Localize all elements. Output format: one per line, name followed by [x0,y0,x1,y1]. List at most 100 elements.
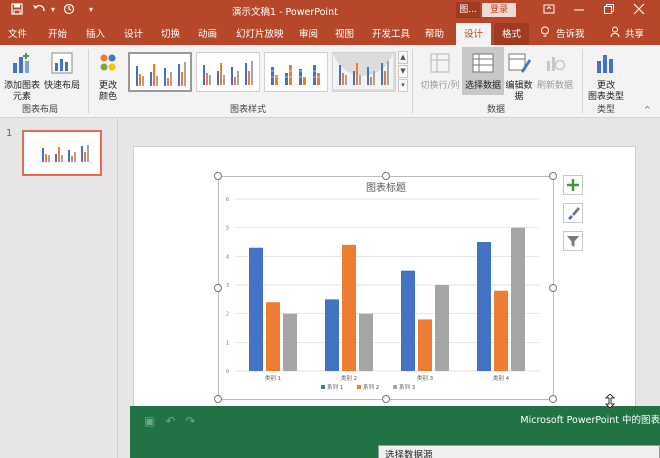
y-tick-label: 3 [226,283,229,289]
palette-icon [100,54,116,71]
chart-filters-button[interactable] [563,231,583,251]
gallery-up-icon[interactable]: ▲ [398,51,408,64]
y-tick-label: 4 [226,254,229,260]
resize-handle-top[interactable] [382,172,390,180]
change-colors-label-1: 更改 [98,81,117,91]
quick-layout-icon [51,52,73,74]
slide-number: 1 [6,128,13,139]
resize-handle-right[interactable] [549,284,557,292]
restore-icon[interactable] [602,3,616,17]
chart-elements-button[interactable] [563,175,583,195]
group-label-chart-styles: 图表样式 [230,105,267,115]
dialog-title: 选择数据源 [385,450,433,458]
tab-help[interactable]: 帮助 [425,26,444,40]
ribbon-separator [412,49,413,113]
slide-thumbnail[interactable] [22,130,102,176]
legend-label: 系列 2 [363,383,379,391]
tab-design[interactable]: 设计 [124,26,143,40]
chart-object[interactable]: 0 1 2 3 4 5 6 类别 1 类别 2 类别 3 类别 4 系列 1 系列 2 系列 3 图表标题 [214,172,557,403]
tab-view[interactable]: 视图 [335,26,354,40]
change-colors-label-2: 颜色 [98,92,117,102]
tell-me-box[interactable]: 告诉我 [556,26,585,40]
switch-row-column-button[interactable]: 切换行/列 [418,51,462,92]
ribbon-separator [88,49,89,113]
chart-style-4[interactable] [332,52,396,92]
bar-系列3-2 [359,313,373,371]
chart-plot: 0 1 2 3 4 5 6 类别 1 类别 2 类别 3 类别 4 系列 1 系列 2 系列 3 [226,197,539,391]
resize-handle-left[interactable] [214,284,222,292]
chart-styles-button[interactable] [563,203,583,223]
bar-系列2-4 [494,290,508,371]
excel-redo-icon[interactable]: ↷ [185,414,205,428]
y-tick-label: 6 [226,197,229,203]
window-title: 演示文稿1 - PowerPoint [232,7,338,18]
change-colors-button[interactable]: 更改 颜色 [92,51,124,103]
y-tick-label: 2 [226,312,229,318]
select-data-button[interactable]: 选择数据 [462,47,504,95]
bar-系列1-4 [477,242,491,371]
select-data-label: 选择数据 [464,81,501,91]
tab-chart-format[interactable]: 格式 [494,23,530,45]
chart-style-3[interactable] [264,52,328,92]
refresh-data-label: 刷新数据 [536,81,573,91]
y-tick-label: 1 [226,340,229,346]
collapse-ribbon-icon[interactable]: ^ [644,105,651,114]
ribbon: 添加图表 元素 快速布局 图表布局 更改 颜色 ▲ ▼ ▾ 图表样式 切换行/列 [0,45,660,118]
close-icon[interactable] [632,3,646,17]
resize-handle-bottom[interactable] [382,395,390,403]
chart-style-2[interactable] [196,52,260,92]
redo-icon[interactable] [62,3,76,17]
excel-quick-access-toolbar: ▣↶↷ [144,414,205,428]
add-chart-element-button[interactable]: 添加图表 元素 [2,51,42,103]
bar-系列1-3 [401,270,415,371]
x-tick-label: 类别 4 [493,374,510,382]
resize-handle-bottom-right[interactable] [549,395,557,403]
tab-animations[interactable]: 动画 [198,26,217,40]
x-tick-label: 类别 2 [341,374,357,382]
resize-handle-top-right[interactable] [549,172,557,180]
excel-save-icon[interactable]: ▣ [144,414,165,428]
undo-icon[interactable] [32,3,46,17]
gallery-down-icon[interactable]: ▼ [398,65,408,78]
change-chart-type-button[interactable]: 更改 图表类型 [586,51,626,103]
gallery-more-icon[interactable]: ▾ [398,79,408,92]
tab-developer[interactable]: 开发工具 [372,26,410,40]
chart-style-1[interactable] [128,52,192,92]
title-bar: ▾ ▾ 演示文稿1 - PowerPoint 图... 登录 [0,0,660,20]
group-label-type: 类型 [597,105,616,115]
tab-slideshow[interactable]: 幻灯片放映 [236,26,284,40]
refresh-data-button[interactable]: 刷新数据 [534,51,576,92]
tab-transitions[interactable]: 切换 [161,26,180,40]
tab-file[interactable]: 文件 [8,26,27,40]
y-tick-label: 0 [226,369,229,375]
y-tick-label: 5 [226,226,229,232]
share-button[interactable]: 共享 [625,26,644,40]
ribbon-display-icon[interactable] [542,3,556,17]
chart-tools-label: 图... [456,2,480,18]
tab-review[interactable]: 审阅 [299,26,318,40]
save-icon[interactable] [10,3,24,17]
resize-handle-bottom-left[interactable] [214,395,222,403]
share-icon[interactable] [610,26,620,41]
change-chart-type-icon [597,55,613,73]
select-data-icon [472,53,494,73]
tab-home[interactable]: 开始 [48,26,67,40]
minimize-icon[interactable] [572,3,586,17]
quick-layout-button[interactable]: 快速布局 [42,51,82,92]
group-label-chart-layout: 图表布局 [22,105,59,115]
tab-insert[interactable]: 插入 [86,26,105,40]
chart-title[interactable]: 图表标题 [219,179,553,194]
customize-qat-icon[interactable]: ▾ [84,3,98,17]
login-button[interactable]: 登录 [482,3,516,17]
undo-dropdown-icon[interactable]: ▾ [46,3,60,17]
resize-cursor-icon [605,393,615,409]
bar-系列3-1 [283,313,297,371]
add-chart-element-label-1: 添加图表 [3,81,40,91]
excel-undo-icon[interactable]: ↶ [165,414,185,428]
edit-data-button[interactable]: 编辑数 据 [504,51,534,103]
filter-icon [567,236,579,247]
resize-handle-top-left[interactable] [214,172,222,180]
legend-label: 系列 3 [399,383,416,391]
tab-chart-design[interactable]: 设计 [456,23,492,45]
bar-系列2-2 [342,244,356,371]
